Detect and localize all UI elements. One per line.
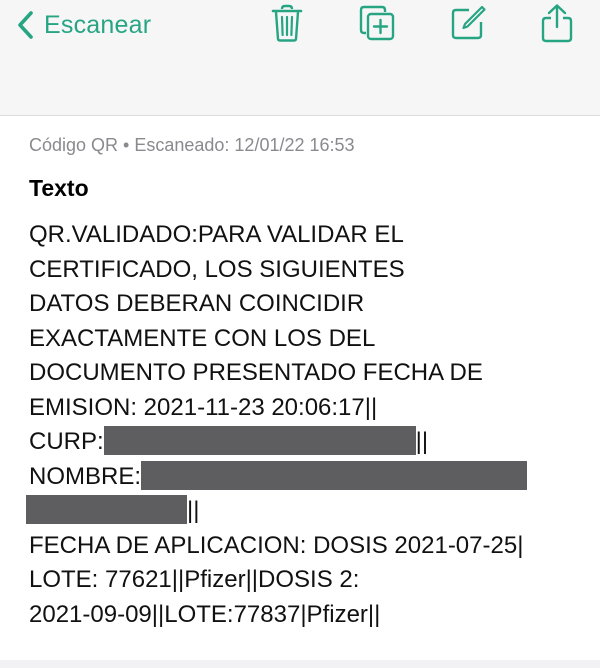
redacted-name-part-2 — [26, 495, 187, 524]
redacted-curp — [103, 426, 416, 455]
back-button[interactable]: Escanear — [16, 6, 151, 44]
delete-button[interactable] — [267, 3, 307, 43]
text-line: DOCUMENTO PRESENTADO FECHA DE — [29, 359, 483, 386]
nombre-line: NOMBRE: — [29, 460, 589, 495]
scan-metadata: Código QR • Escaneado: 12/01/22 16:53 — [29, 135, 355, 155]
text-line: FECHA DE APLICACION: DOSIS 2021-07-25| — [29, 531, 524, 559]
nombre-separator: || — [187, 497, 200, 524]
text-line: CERTIFICADO, LOS SIGUIENTES — [29, 255, 405, 283]
curp-line: CURP: || — [29, 425, 589, 460]
section-title: Texto — [29, 175, 89, 201]
edit-icon — [449, 4, 487, 42]
share-button[interactable] — [537, 3, 577, 43]
duplicate-button[interactable] — [357, 3, 397, 43]
bottom-divider — [0, 660, 600, 668]
text-line: DATOS DEBERAN COINCIDIR — [29, 290, 365, 317]
chevron-left-icon — [16, 10, 34, 40]
text-line: 2021-09-09||LOTE:77837|Pfizer|| — [29, 600, 381, 628]
copy-add-icon — [358, 4, 396, 42]
navigation-bar: Escanear — [0, 0, 600, 116]
text-line: QR.VALIDADO:PARA VALIDAR EL — [29, 221, 404, 248]
nombre-label: NOMBRE: — [29, 462, 142, 490]
curp-label: CURP: — [29, 428, 104, 455]
edit-button[interactable] — [448, 3, 488, 43]
text-line: EMISION: 2021-11-23 20:06:17|| — [29, 393, 378, 421]
scanned-text[interactable]: QR.VALIDADO:PARA VALIDAR EL CERTIFICADO,… — [26, 218, 589, 632]
curp-separator: || — [415, 428, 429, 455]
back-label: Escanear — [44, 10, 152, 39]
share-icon — [539, 3, 575, 43]
text-line: EXACTAMENTE CON LOS DEL — [29, 324, 376, 352]
nombre-continuation-line: || — [26, 494, 589, 529]
redacted-name-part-1 — [141, 460, 528, 490]
trash-icon — [271, 4, 303, 42]
scan-detail: Código QR • Escaneado: 12/01/22 16:53 Te… — [0, 116, 600, 660]
text-line: LOTE: 77621||Pfizer||DOSIS 2: — [29, 566, 360, 593]
